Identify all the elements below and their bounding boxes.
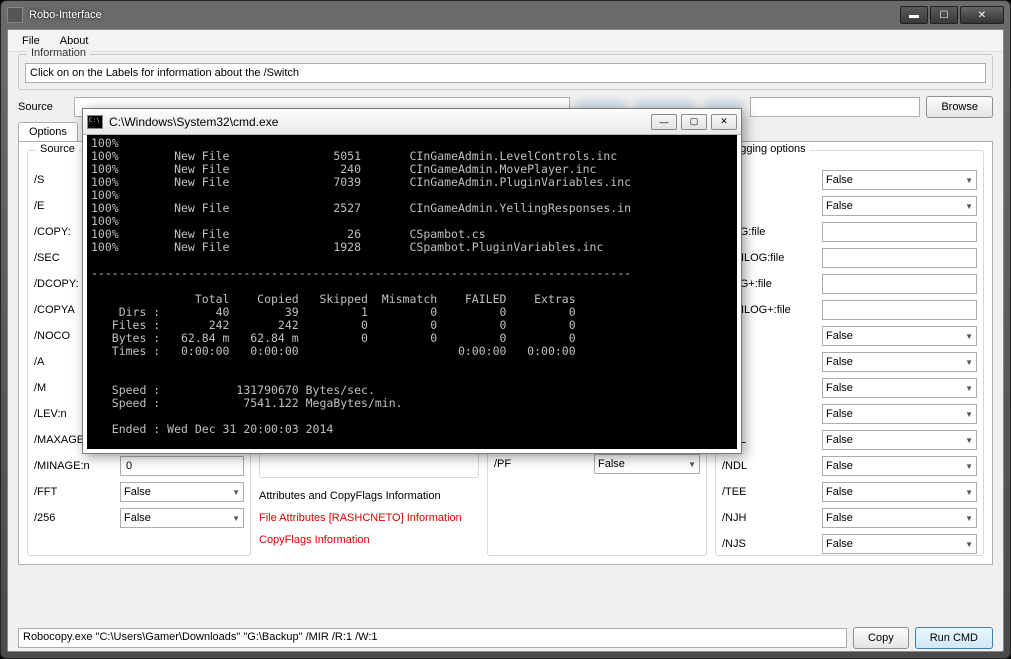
combo-ndl[interactable]: False▼	[822, 456, 977, 476]
information-title: Information	[27, 47, 90, 59]
cmd-title-text: C:\Windows\System32\cmd.exe	[109, 115, 651, 129]
combo-fp[interactable]: False▼	[822, 352, 977, 372]
cmd-window[interactable]: C:\Windows\System32\cmd.exe — ▢ ✕ 100% 1…	[82, 108, 742, 454]
information-group: Information Click on on the Labels for i…	[18, 54, 993, 90]
cmd-maximize-button[interactable]: ▢	[681, 114, 707, 130]
combo-l[interactable]: False▼	[822, 170, 977, 190]
source-label: Source	[18, 101, 68, 113]
combo-njh[interactable]: False▼	[822, 508, 977, 528]
source-options-title: Source	[36, 143, 79, 155]
input-unilogfile[interactable]	[822, 300, 977, 320]
switch-label[interactable]: /256	[34, 512, 116, 524]
combo-nfl[interactable]: False▼	[822, 430, 977, 450]
maximize-button[interactable]: ☐	[930, 6, 958, 24]
combo-np[interactable]: False▼	[822, 196, 977, 216]
run-cmd-button[interactable]: Run CMD	[915, 627, 993, 649]
input-unilogfile[interactable]	[822, 248, 977, 268]
dest-input[interactable]	[750, 97, 920, 117]
window-title: Robo-Interface	[29, 9, 900, 21]
close-button[interactable]: ✕	[960, 6, 1004, 24]
app-icon	[7, 7, 23, 23]
combo-[interactable]: False▼	[120, 508, 244, 528]
cmd-close-button[interactable]: ✕	[711, 114, 737, 130]
combo-pf[interactable]: False▼	[594, 454, 700, 474]
combo-fft[interactable]: False▼	[120, 482, 244, 502]
tab-options[interactable]: Options	[18, 122, 78, 141]
cmd-icon	[87, 115, 103, 129]
logging-options-group: Logging options /LFalse▼/NPFalse▼/LOG:fi…	[715, 150, 984, 556]
cmd-output[interactable]: 100% 100% New File 5051 CInGameAdmin.Lev…	[87, 135, 737, 449]
switch-label[interactable]: /NJS	[722, 538, 818, 550]
switch-label[interactable]: /FFT	[34, 486, 116, 498]
information-text: Click on on the Labels for information a…	[25, 63, 986, 83]
menubar: File About	[8, 30, 1003, 52]
file-attributes-link[interactable]: File Attributes [RASHCNETO] Information	[259, 512, 479, 524]
cmd-titlebar[interactable]: C:\Windows\System32\cmd.exe — ▢ ✕	[83, 109, 741, 135]
combo-nc[interactable]: False▼	[822, 404, 977, 424]
switch-label[interactable]: /PF	[494, 458, 590, 470]
switch-label[interactable]: /TEE	[722, 486, 818, 498]
cmd-minimize-button[interactable]: —	[651, 114, 677, 130]
input-minagen[interactable]	[120, 456, 244, 476]
minimize-button[interactable]: ▬	[900, 6, 928, 24]
combo-njs[interactable]: False▼	[822, 534, 977, 554]
switch-label[interactable]: /NJH	[722, 512, 818, 524]
input-logfile[interactable]	[822, 222, 977, 242]
switch-label[interactable]: /MINAGE:n	[34, 460, 116, 472]
combo-ts[interactable]: False▼	[822, 326, 977, 346]
switch-label[interactable]: /NDL	[722, 460, 818, 472]
copyflags-link[interactable]: CopyFlags Information	[259, 534, 479, 546]
browse-button[interactable]: Browse	[926, 96, 993, 118]
command-preview[interactable]: Robocopy.exe "C:\Users\Gamer\Downloads" …	[18, 628, 847, 648]
footer: Robocopy.exe "C:\Users\Gamer\Downloads" …	[18, 625, 993, 651]
input-logfile[interactable]	[822, 274, 977, 294]
combo-tee[interactable]: False▼	[822, 482, 977, 502]
attr-info-title: Attributes and CopyFlags Information	[259, 490, 479, 502]
copy-button[interactable]: Copy	[853, 627, 909, 649]
combo-ns[interactable]: False▼	[822, 378, 977, 398]
titlebar[interactable]: Robo-Interface ▬ ☐ ✕	[1, 1, 1010, 29]
